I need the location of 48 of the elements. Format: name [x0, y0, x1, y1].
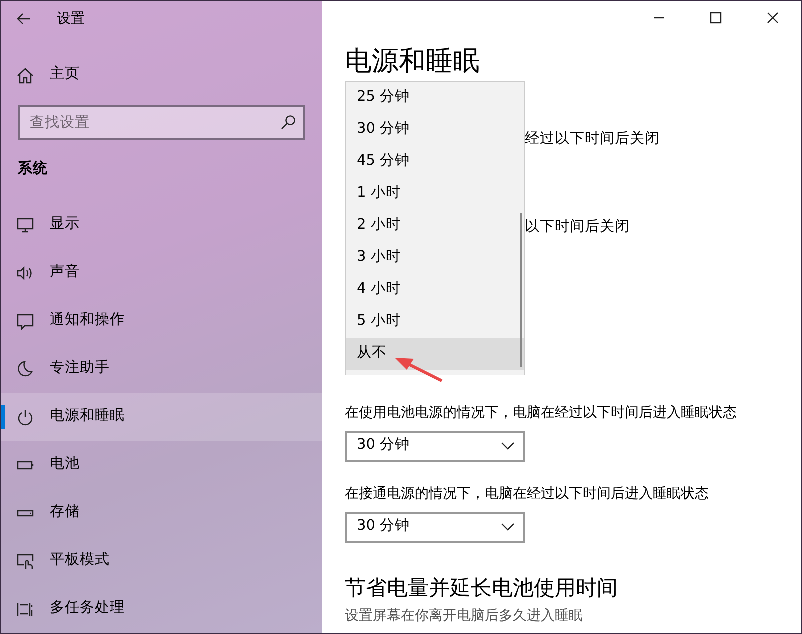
window-title: 设置 [57, 10, 85, 28]
chevron-down-icon [501, 442, 515, 450]
section-description: 设置屏幕在你离开电脑后多久进入睡眠 [345, 607, 584, 626]
dropdown-option[interactable]: 1 小时 [346, 178, 524, 210]
section-heading: 节省电量并延长电池使用时间 [345, 574, 619, 602]
home-icon [17, 66, 34, 84]
multitask-icon [17, 600, 34, 618]
sidebar-item[interactable]: 存储 [1, 489, 322, 537]
message-icon [17, 312, 34, 330]
sidebar-item[interactable]: 平板模式 [1, 537, 322, 585]
tablet-icon [17, 552, 34, 570]
back-icon[interactable] [17, 12, 31, 26]
dropdown-option[interactable]: 25 分钟 [346, 82, 524, 114]
sidebar-item[interactable]: 通知和操作 [1, 297, 322, 345]
power-icon [17, 408, 34, 426]
dropdown-option[interactable]: 从不 [346, 338, 524, 370]
dropdown[interactable]: 30 分钟 [345, 512, 525, 542]
dropdown-option[interactable]: 30 分钟 [346, 114, 524, 146]
close-button[interactable] [766, 12, 778, 24]
dropdown-option[interactable]: 2 小时 [346, 210, 524, 242]
home-label: 主页 [50, 64, 80, 84]
setting-label: 在接通电源的情况下，电脑在经过以下时间后进入睡眠状态 [345, 484, 710, 504]
setting-label: 在使用电池电源的情况下，电脑在经过以下时间后进入睡眠状态 [345, 404, 738, 422]
annotation-arrow [394, 357, 444, 383]
moon-icon [17, 360, 34, 378]
dropdown-option[interactable]: 5 小时 [346, 306, 524, 338]
home-link[interactable]: 主页 [1, 51, 322, 99]
sidebar-item[interactable]: 多任务处理 [1, 585, 322, 633]
display-icon [17, 216, 34, 234]
dropdown-option[interactable]: 3 小时 [346, 242, 524, 274]
search-field[interactable]: 查找设置 [18, 105, 305, 140]
dropdown[interactable]: 30 分钟 [345, 430, 525, 462]
setting-label: 经过以下时间后关闭 [525, 130, 661, 149]
sidebar-item[interactable]: 电源和睡眠 [1, 393, 322, 441]
scrollbar[interactable] [520, 213, 522, 367]
section-heading: 系统 [18, 160, 49, 179]
chevron-down-icon [501, 523, 515, 531]
dropdown-option[interactable]: 45 分钟 [346, 146, 524, 178]
speaker-icon [17, 264, 34, 282]
search-icon [281, 115, 296, 130]
setting-label: 以下时间后关闭 [525, 218, 631, 237]
page-heading: 电源和睡眠 [345, 45, 481, 79]
maximize-button[interactable] [710, 12, 722, 24]
sidebar-item[interactable]: 声音 [1, 249, 322, 297]
dropdown-option[interactable]: 4 小时 [346, 274, 524, 306]
sidebar-item[interactable]: 显示 [1, 201, 322, 249]
sidebar-item[interactable]: 专注助手 [1, 345, 322, 393]
sidebar-item[interactable]: 电池 [1, 441, 322, 489]
